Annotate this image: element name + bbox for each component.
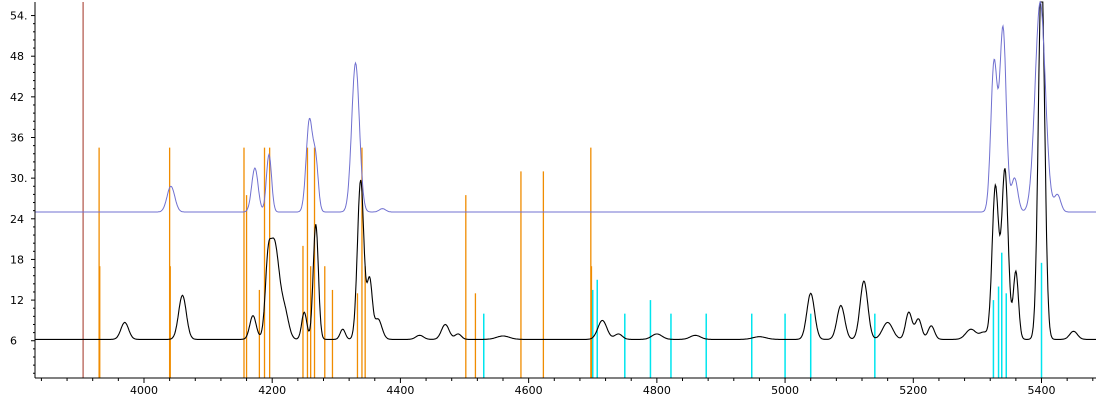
spectrum-chart: 6 12 18 24 30. 36 42 48 54. 4000 4200 4400 4600 4800 5…	[0, 0, 1098, 401]
y-tick-label-2: 18	[10, 253, 24, 266]
y-tick-label-3: 24	[10, 213, 24, 226]
x-tick-label-4: 4800	[643, 384, 671, 397]
y-tick-label-5: 36	[10, 131, 24, 144]
y-tick-label-7: 48	[10, 50, 24, 63]
x-tick-label-1: 4200	[258, 384, 286, 397]
x-tick-label-3: 4600	[515, 384, 543, 397]
y-tick-label-8: 54.	[10, 10, 28, 23]
y-tick-label-1: 12	[10, 294, 24, 307]
x-tick-label-6: 5200	[899, 384, 927, 397]
x-tick-label-5: 5000	[771, 384, 799, 397]
y-tick-label-6: 42	[10, 91, 24, 104]
plot-background	[0, 0, 1098, 401]
y-tick-label-0: 6	[10, 335, 17, 348]
y-tick-label-4: 30.	[10, 172, 28, 185]
x-tick-label-0: 4000	[130, 384, 158, 397]
x-tick-label-7: 5400	[1028, 384, 1056, 397]
x-tick-label-2: 4400	[386, 384, 414, 397]
